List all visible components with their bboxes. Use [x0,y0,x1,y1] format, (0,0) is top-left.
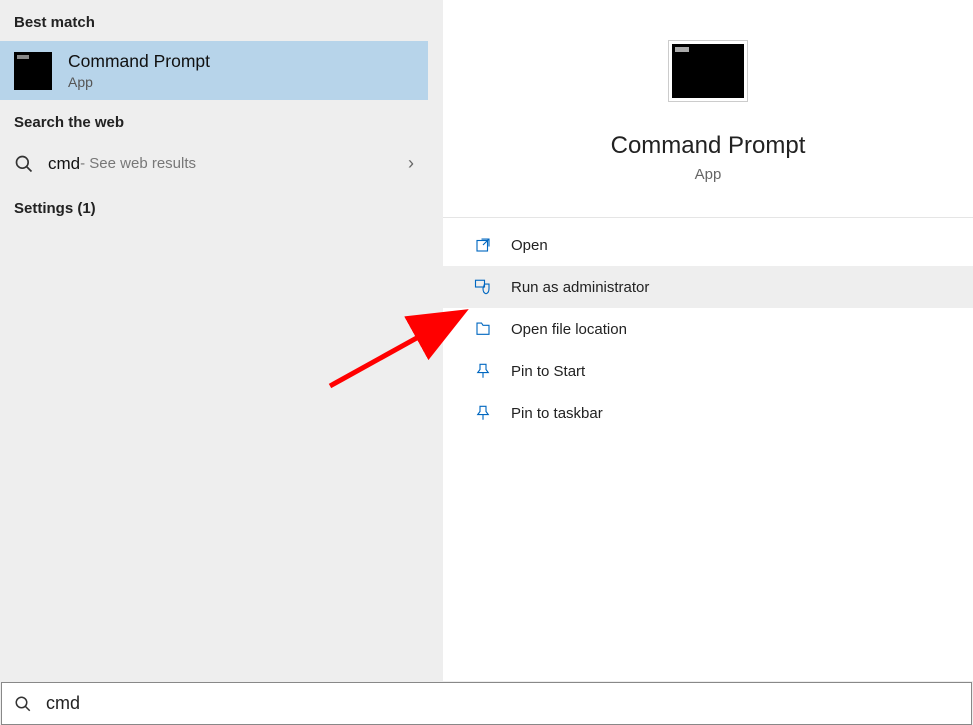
best-match-header: Best match [0,0,428,41]
settings-header[interactable]: Settings (1) [0,186,428,231]
open-icon [473,235,493,255]
app-icon [668,40,748,102]
action-run-admin[interactable]: Run as administrator [443,266,973,308]
action-label: Pin to taskbar [511,405,603,422]
action-pin-start[interactable]: Pin to Start [443,350,973,392]
search-bar[interactable] [1,682,972,725]
web-result-row[interactable]: cmd - See web results › [0,141,428,186]
search-input[interactable] [46,693,959,714]
result-command-prompt[interactable]: Command Prompt App [0,41,428,100]
pin-icon [473,361,493,381]
detail-subtitle: App [695,166,722,183]
results-pane: Best match Command Prompt App Search the… [0,0,428,681]
web-hint: - See web results [80,155,196,172]
shield-icon [473,277,493,297]
search-icon [14,154,34,174]
result-subtitle: App [68,74,210,90]
pin-icon [473,403,493,423]
chevron-right-icon: › [408,153,414,174]
action-open[interactable]: Open [443,224,973,266]
action-label: Open [511,237,548,254]
detail-title: Command Prompt [611,132,806,160]
search-icon [14,695,32,713]
detail-pane: Command Prompt App Open Run as administr… [443,0,973,681]
search-web-header: Search the web [0,100,428,141]
web-query: cmd [48,154,80,174]
action-open-location[interactable]: Open file location [443,308,973,350]
action-pin-taskbar[interactable]: Pin to taskbar [443,392,973,434]
action-label: Run as administrator [511,279,649,296]
action-label: Open file location [511,321,627,338]
action-label: Pin to Start [511,363,585,380]
folder-icon [473,319,493,339]
console-icon [14,52,52,90]
action-list: Open Run as administrator Open file loca… [443,218,973,440]
result-title: Command Prompt [68,51,210,72]
